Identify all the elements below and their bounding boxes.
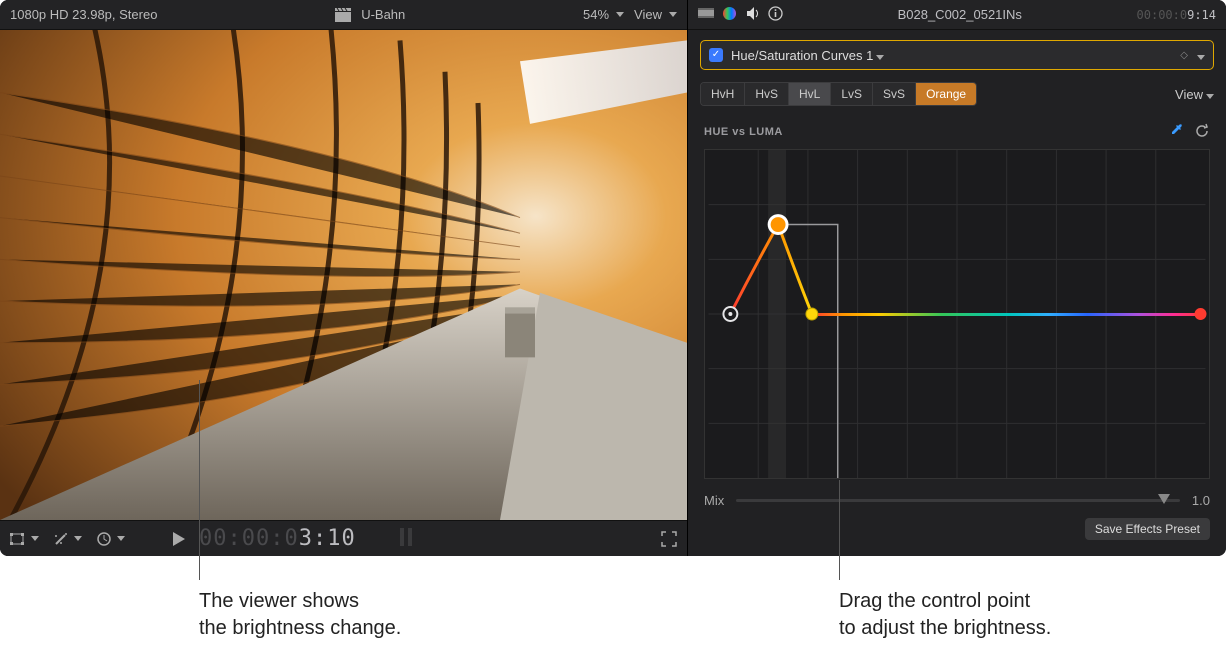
app-window: 1080p HD 23.98p, Stereo U-Bahn 54% View bbox=[0, 0, 1226, 556]
audio-inspector-tab-icon[interactable] bbox=[745, 6, 760, 24]
preset-row: Save Effects Preset bbox=[688, 508, 1226, 540]
curve-tab-hvl[interactable]: HvL bbox=[789, 83, 831, 105]
info-inspector-tab-icon[interactable] bbox=[768, 6, 783, 24]
viewer-bottom-bar: 00:00:03:10 bbox=[0, 520, 687, 556]
transform-tool-dropdown[interactable] bbox=[10, 532, 39, 546]
fullscreen-button[interactable] bbox=[661, 531, 677, 547]
curve-tab-svs[interactable]: SvS bbox=[873, 83, 916, 105]
viewer-top-bar: 1080p HD 23.98p, Stereo U-Bahn 54% View bbox=[0, 0, 687, 30]
curve-tab-orange[interactable]: Orange bbox=[916, 83, 976, 105]
retime-tool-dropdown[interactable] bbox=[96, 531, 125, 547]
viewer-timecode[interactable]: 00:00:03:10 bbox=[199, 526, 356, 551]
curve-tab-lvs[interactable]: LvS bbox=[831, 83, 873, 105]
control-point-orange-peak[interactable] bbox=[769, 216, 787, 234]
curve-title-row: HUE vs LUMA bbox=[704, 122, 1210, 141]
hue-vs-luma-curve-editor[interactable] bbox=[704, 149, 1210, 479]
hue-sample-band bbox=[768, 150, 786, 478]
clip-title-label: U-Bahn bbox=[361, 7, 405, 22]
control-point-yellow[interactable] bbox=[806, 308, 818, 320]
viewer-panel: 1080p HD 23.98p, Stereo U-Bahn 54% View bbox=[0, 0, 687, 556]
clip-title-dropdown[interactable]: U-Bahn bbox=[361, 7, 405, 22]
effect-enable-checkbox[interactable]: ✓ bbox=[709, 48, 723, 62]
viewer-frame[interactable] bbox=[0, 30, 687, 520]
effect-header-row[interactable]: ✓ Hue/Saturation Curves 1 ◇ bbox=[700, 40, 1214, 70]
mix-label: Mix bbox=[704, 493, 724, 508]
curve-title-label: HUE vs LUMA bbox=[704, 126, 783, 138]
effect-name-dropdown[interactable]: Hue/Saturation Curves 1 bbox=[731, 48, 1172, 63]
play-button[interactable] bbox=[173, 532, 185, 546]
inspector-view-dropdown[interactable]: View bbox=[1175, 87, 1214, 102]
mix-row: Mix 1.0 bbox=[704, 493, 1210, 508]
mix-value: 1.0 bbox=[1192, 493, 1210, 508]
inspector-clip-name: B028_C002_0521INs bbox=[793, 7, 1127, 22]
inspector-tc-dim: 00:00:0 bbox=[1137, 8, 1188, 22]
clapperboard-icon[interactable] bbox=[335, 8, 351, 22]
keyframe-nav-icon[interactable]: ◇ bbox=[1180, 50, 1186, 61]
curve-tab-hvs[interactable]: HvS bbox=[745, 83, 789, 105]
viewer-view-dropdown[interactable]: View bbox=[634, 7, 677, 22]
timecode-highlight: 3:10 bbox=[299, 526, 356, 551]
callout-text-right: Drag the control point to adjust the bri… bbox=[839, 588, 1051, 642]
timecode-dim: 00:00:0 bbox=[199, 526, 299, 551]
eyedropper-icon[interactable] bbox=[1169, 122, 1185, 141]
curve-tab-bar: HvHHvSHvLLvSSvSOrange View bbox=[700, 82, 1214, 106]
curve-graph bbox=[705, 150, 1209, 478]
curve-tab-segment: HvHHvSHvLLvSSvSOrange bbox=[700, 82, 977, 106]
reset-curve-icon[interactable] bbox=[1195, 123, 1210, 141]
save-effects-preset-button[interactable]: Save Effects Preset bbox=[1085, 518, 1210, 540]
zoom-dropdown[interactable]: 54% bbox=[583, 7, 624, 22]
inspector-tc-hi: 9:14 bbox=[1187, 8, 1216, 22]
video-inspector-tab-icon[interactable] bbox=[698, 6, 714, 24]
mix-slider-thumb[interactable] bbox=[1158, 494, 1170, 504]
control-point-end[interactable] bbox=[1195, 308, 1207, 320]
mix-slider[interactable] bbox=[736, 499, 1180, 502]
effect-options-dropdown[interactable] bbox=[1194, 48, 1205, 63]
callout-text-left: The viewer shows the brightness change. bbox=[199, 588, 401, 642]
inspector-top-bar: B028_C002_0521INs 00:00:09:14 bbox=[688, 0, 1226, 30]
curve-tab-hvh[interactable]: HvH bbox=[701, 83, 745, 105]
audio-meter bbox=[398, 526, 416, 551]
inspector-panel: B028_C002_0521INs 00:00:09:14 ✓ Hue/Satu… bbox=[687, 0, 1226, 556]
viewer-video-still bbox=[0, 30, 687, 520]
inspector-timecode: 00:00:09:14 bbox=[1137, 8, 1216, 22]
enhance-tool-dropdown[interactable] bbox=[53, 531, 82, 547]
clip-format-label: 1080p HD 23.98p, Stereo bbox=[10, 7, 157, 22]
color-inspector-tab-icon[interactable] bbox=[722, 6, 737, 24]
curve-baseline bbox=[812, 313, 1206, 316]
